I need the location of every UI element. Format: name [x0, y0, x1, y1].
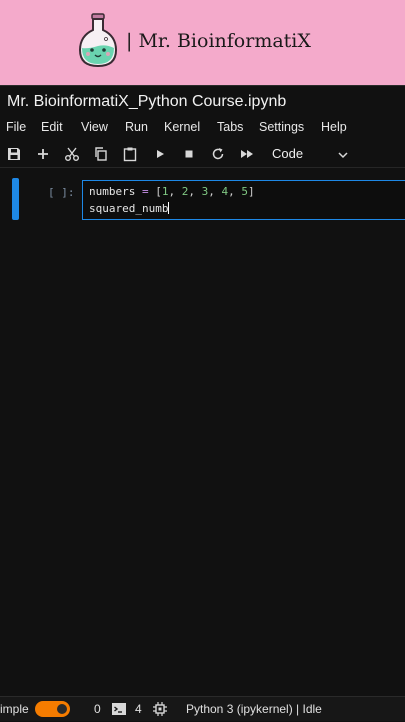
terminal-count: 0 [94, 702, 101, 716]
kernel-count: 4 [135, 702, 142, 716]
code-bracket-close: ] [247, 185, 255, 198]
menu-settings[interactable]: Settings [259, 120, 304, 134]
cell-type-select[interactable]: Code [272, 146, 303, 161]
toggle-knob [57, 704, 67, 714]
terminal-icon[interactable] [111, 701, 127, 717]
cpu-chip-icon[interactable] [152, 701, 168, 717]
menu-tabs[interactable]: Tabs [217, 120, 243, 134]
menu-file[interactable]: File [6, 120, 26, 134]
notebook-title: Mr. BioinformatiX_Python Course.ipynb [7, 93, 287, 110]
menu-run[interactable]: Run [125, 120, 148, 134]
run-icon[interactable] [151, 145, 169, 163]
menu-bar: File Edit View Run Kernel Tabs Settings … [0, 117, 405, 139]
code-editor[interactable]: numbers = [1, 2, 3, 4, 5] squared_numb [82, 180, 405, 220]
simple-mode-label: imple [0, 702, 29, 716]
chevron-down-icon[interactable] [337, 148, 349, 160]
header-banner: | Mr. BioinformatiX [0, 0, 405, 85]
menu-help[interactable]: Help [321, 120, 347, 134]
menu-view[interactable]: View [81, 120, 108, 134]
status-bar: imple 0 4 Python 3 (ipykernel) | Idle [0, 696, 405, 721]
text-cursor [168, 202, 170, 214]
menu-edit[interactable]: Edit [41, 120, 63, 134]
paste-icon[interactable] [121, 145, 139, 163]
menu-kernel[interactable]: Kernel [164, 120, 200, 134]
title-bar: Mr. BioinformatiX_Python Course.ipynb [0, 85, 405, 118]
stop-icon[interactable] [180, 145, 198, 163]
code-bracket-open: [ [155, 185, 162, 198]
copy-icon[interactable] [92, 145, 110, 163]
notebook-toolbar: Code [0, 141, 405, 168]
cut-icon[interactable] [63, 145, 81, 163]
cell-prompt: [ ]: [48, 186, 75, 199]
simple-mode-toggle[interactable] [35, 701, 70, 717]
code-variable: numbers [89, 185, 136, 198]
add-icon[interactable] [34, 145, 52, 163]
active-cell-marker[interactable] [12, 178, 19, 220]
restart-icon[interactable] [209, 145, 227, 163]
code-line-1: numbers = [1, 2, 3, 4, 5] [89, 185, 255, 198]
code-number: 5 [241, 185, 248, 198]
kernel-status[interactable]: Python 3 (ipykernel) | Idle [186, 702, 322, 716]
code-line-2: squared_numb [89, 202, 170, 215]
brand-name: | Mr. BioinformatiX [126, 30, 311, 52]
code-typed-text: squared_numb [89, 202, 169, 215]
code-operator: = [141, 185, 149, 198]
save-icon[interactable] [5, 145, 23, 163]
flask-logo-icon [76, 12, 120, 70]
fast-forward-icon[interactable] [238, 145, 256, 163]
